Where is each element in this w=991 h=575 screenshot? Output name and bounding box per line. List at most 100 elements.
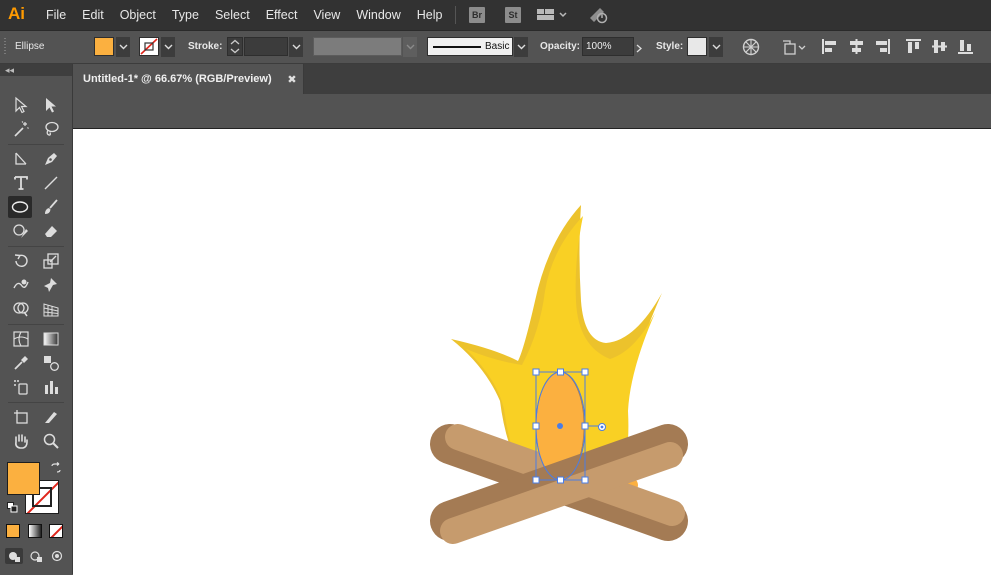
- tool-separator: [8, 402, 64, 403]
- stroke-color-swatch[interactable]: [139, 37, 159, 56]
- mesh-tool-icon[interactable]: [9, 328, 33, 350]
- recolor-artwork-icon[interactable]: [742, 38, 760, 59]
- align-top-icon[interactable]: [906, 39, 921, 54]
- align-horizontal-center-icon[interactable]: [849, 39, 864, 54]
- opacity-expand-icon[interactable]: [636, 42, 642, 56]
- graphic-style-swatch[interactable]: [687, 37, 707, 56]
- menu-help[interactable]: Help: [409, 0, 451, 30]
- opacity-input[interactable]: 100%: [582, 37, 634, 56]
- menu-type[interactable]: Type: [164, 0, 207, 30]
- magic-wand-tool-icon[interactable]: [9, 118, 33, 140]
- shape-builder-tool-icon[interactable]: [9, 298, 33, 320]
- stroke-weight-input[interactable]: [244, 37, 288, 56]
- style-label: Style:: [656, 41, 684, 52]
- fill-swatch-front[interactable]: [7, 462, 40, 495]
- width-profile-dropdown[interactable]: [403, 37, 417, 57]
- stroke-label: Stroke:: [188, 41, 223, 52]
- lasso-tool-icon[interactable]: [39, 118, 63, 140]
- scale-tool-icon[interactable]: [39, 250, 63, 272]
- pen-tool-icon[interactable]: [39, 148, 63, 170]
- menu-effect[interactable]: Effect: [258, 0, 306, 30]
- paintbrush-tool-icon[interactable]: [39, 196, 63, 218]
- collapse-panel-icon[interactable]: ◂◂: [5, 64, 14, 76]
- document-tab[interactable]: Untitled-1* @ 66.67% (RGB/Preview) ✖: [73, 64, 304, 94]
- blend-tool-icon[interactable]: [39, 352, 63, 374]
- menu-edit[interactable]: Edit: [74, 0, 112, 30]
- tools-panel-header: ◂◂: [0, 64, 72, 76]
- bridge-button[interactable]: Br: [469, 7, 485, 23]
- align-right-icon[interactable]: [875, 39, 890, 54]
- line-segment-tool-icon[interactable]: [39, 172, 63, 194]
- default-fill-stroke-icon[interactable]: [7, 502, 19, 517]
- graphic-style-dropdown[interactable]: [709, 37, 723, 57]
- align-bottom-icon[interactable]: [958, 39, 973, 54]
- fill-dropdown[interactable]: [116, 37, 130, 57]
- menu-bar: Ai File Edit Object Type Select Effect V…: [0, 0, 991, 31]
- rotate-tool-icon[interactable]: [9, 250, 33, 272]
- tool-separator: [8, 324, 64, 325]
- gradient-mode-button[interactable]: [28, 524, 42, 538]
- pie-widget-handle[interactable]: [598, 423, 606, 431]
- menu-select[interactable]: Select: [207, 0, 258, 30]
- gpu-performance-icon[interactable]: [588, 6, 608, 27]
- tools-panel: ◂◂: [0, 64, 73, 574]
- stroke-weight-stepper[interactable]: [227, 37, 243, 56]
- perspective-grid-tool-icon[interactable]: [39, 298, 63, 320]
- menu-list: File Edit Object Type Select Effect View…: [38, 0, 451, 30]
- close-icon[interactable]: ✖: [281, 73, 303, 86]
- stock-button[interactable]: St: [505, 7, 521, 23]
- opacity-label: Opacity:: [540, 41, 581, 52]
- menu-view[interactable]: View: [305, 0, 348, 30]
- selection-type-label: Ellipse: [15, 41, 45, 52]
- shaper-tool-icon[interactable]: [9, 220, 33, 242]
- control-bar-grip[interactable]: [4, 38, 6, 56]
- draw-inside-icon[interactable]: [48, 548, 66, 564]
- brush-definition[interactable]: Basic: [427, 37, 513, 56]
- document-tab-bar: Untitled-1* @ 66.67% (RGB/Preview) ✖: [73, 64, 991, 94]
- color-mode-button[interactable]: [6, 524, 20, 538]
- menu-window[interactable]: Window: [348, 0, 408, 30]
- symbol-sprayer-tool-icon[interactable]: [9, 376, 33, 398]
- stroke-weight-dropdown[interactable]: [289, 37, 303, 57]
- illustrator-logo: Ai: [8, 4, 25, 23]
- tool-separator: [8, 144, 64, 145]
- center-point: [557, 423, 563, 429]
- puppet-warp-tool-icon[interactable]: [39, 274, 63, 296]
- transform-options-icon[interactable]: [782, 38, 808, 59]
- ellipse-tool-icon[interactable]: [8, 196, 32, 218]
- menu-separator: [455, 6, 456, 24]
- artboard[interactable]: [73, 128, 991, 575]
- swap-fill-stroke-icon[interactable]: [50, 462, 62, 477]
- gradient-tool-icon[interactable]: [39, 328, 63, 350]
- align-vertical-center-icon[interactable]: [932, 39, 947, 54]
- variable-width-profile[interactable]: [313, 37, 402, 56]
- menu-file[interactable]: File: [38, 0, 74, 30]
- slice-tool-icon[interactable]: [39, 406, 63, 428]
- menu-object[interactable]: Object: [112, 0, 164, 30]
- control-bar: Ellipse Stroke: Basic Opacity: 100% Styl…: [0, 31, 991, 64]
- stroke-dropdown[interactable]: [161, 37, 175, 57]
- tool-separator: [8, 246, 64, 247]
- eyedropper-tool-icon[interactable]: [9, 352, 33, 374]
- pasteboard: [73, 94, 991, 128]
- selection-tool-icon[interactable]: [9, 94, 33, 116]
- brush-stroke-preview: [433, 46, 481, 48]
- eraser-tool-icon[interactable]: [39, 220, 63, 242]
- warp-tool-icon[interactable]: [9, 274, 33, 296]
- artboard-tool-icon[interactable]: [9, 406, 33, 428]
- draw-normal-icon[interactable]: [5, 548, 23, 564]
- brush-name: Basic: [485, 41, 510, 52]
- workspace-arrange-icon[interactable]: [537, 8, 567, 25]
- direct-selection-tool-icon[interactable]: [39, 94, 63, 116]
- align-left-icon[interactable]: [822, 39, 837, 54]
- fill-color-swatch[interactable]: [94, 37, 114, 56]
- column-graph-tool-icon[interactable]: [39, 376, 63, 398]
- brush-dropdown[interactable]: [514, 37, 528, 57]
- draw-behind-icon[interactable]: [27, 548, 45, 564]
- line-tool-icon[interactable]: [9, 148, 33, 170]
- hand-tool-icon[interactable]: [9, 430, 33, 452]
- none-mode-button[interactable]: [49, 524, 63, 538]
- zoom-tool-icon[interactable]: [39, 430, 63, 452]
- document-tab-title: Untitled-1* @ 66.67% (RGB/Preview): [83, 73, 272, 85]
- type-tool-icon[interactable]: [9, 172, 33, 194]
